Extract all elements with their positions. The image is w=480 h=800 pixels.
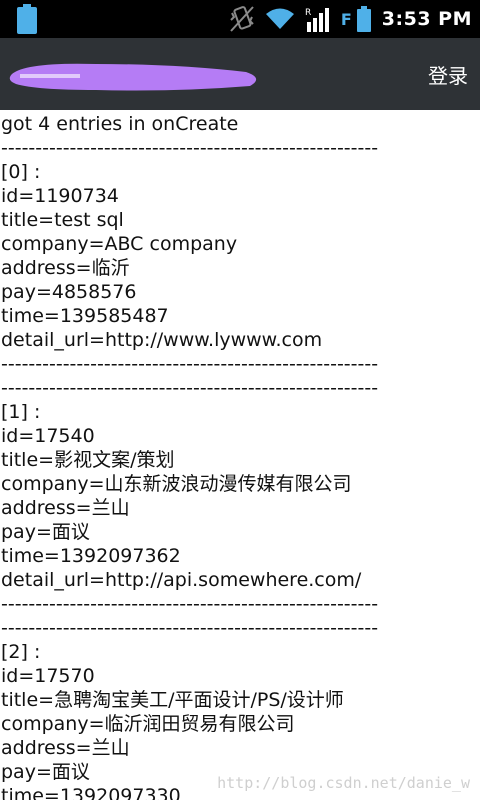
battery-icon bbox=[17, 4, 37, 34]
separator-line: ----------------------------------------… bbox=[1, 137, 379, 159]
log-line: address=临沂 bbox=[1, 257, 130, 279]
log-line: id=1190734 bbox=[1, 185, 119, 207]
log-line: company=山东新波浪动漫传媒有限公司 bbox=[1, 473, 352, 495]
log-output: got 4 entries in onCreate ---------------… bbox=[0, 112, 480, 800]
log-lines: got 4 entries in onCreate ---------------… bbox=[0, 112, 480, 800]
log-line: id=17540 bbox=[1, 425, 95, 447]
log-line: pay=4858576 bbox=[1, 281, 137, 303]
log-line: time=1392097362 bbox=[1, 545, 181, 567]
watermark: http://blog.csdn.net/danie_w bbox=[217, 774, 470, 792]
status-time: 3:53 PM bbox=[381, 8, 472, 30]
login-button[interactable]: 登录 bbox=[428, 60, 468, 89]
log-line: pay=面议 bbox=[1, 521, 90, 543]
log-line: address=兰山 bbox=[1, 737, 130, 759]
separator-line: ----------------------------------------… bbox=[1, 377, 379, 399]
log-line: id=17570 bbox=[1, 665, 95, 687]
carrier-letter: F bbox=[340, 9, 352, 29]
log-line: [2] : bbox=[1, 641, 41, 663]
vibrate-icon bbox=[230, 6, 254, 32]
separator-line: ----------------------------------------… bbox=[1, 353, 379, 375]
separator-line: ----------------------------------------… bbox=[1, 617, 379, 639]
status-bar: R F 3:53 PM bbox=[0, 0, 480, 38]
log-line: [1] : bbox=[1, 401, 41, 423]
log-line: detail_url=http://api.somewhere.com/ bbox=[1, 569, 362, 591]
battery-icon bbox=[356, 6, 371, 32]
signal-icon: R bbox=[305, 8, 329, 32]
log-line: [0] : bbox=[1, 161, 41, 183]
log-line: got 4 entries in onCreate bbox=[1, 113, 239, 135]
log-line: title=test sql bbox=[1, 209, 124, 231]
log-line: title=影视文案/策划 bbox=[1, 449, 175, 471]
wifi-icon bbox=[265, 8, 294, 29]
log-line: address=兰山 bbox=[1, 497, 130, 519]
app-title-redacted bbox=[9, 63, 257, 91]
log-line: time=139585487 bbox=[1, 305, 169, 327]
log-line: title=急聘淘宝美工/平面设计/PS/设计师 bbox=[1, 689, 344, 711]
log-line: detail_url=http://www.lywww.com bbox=[1, 329, 323, 351]
log-line: company=临沂润田贸易有限公司 bbox=[1, 713, 295, 735]
log-line: company=ABC company bbox=[1, 233, 238, 255]
action-bar: 登录 bbox=[0, 38, 480, 110]
network-badge: R bbox=[305, 8, 311, 18]
separator-line: ----------------------------------------… bbox=[1, 593, 379, 615]
